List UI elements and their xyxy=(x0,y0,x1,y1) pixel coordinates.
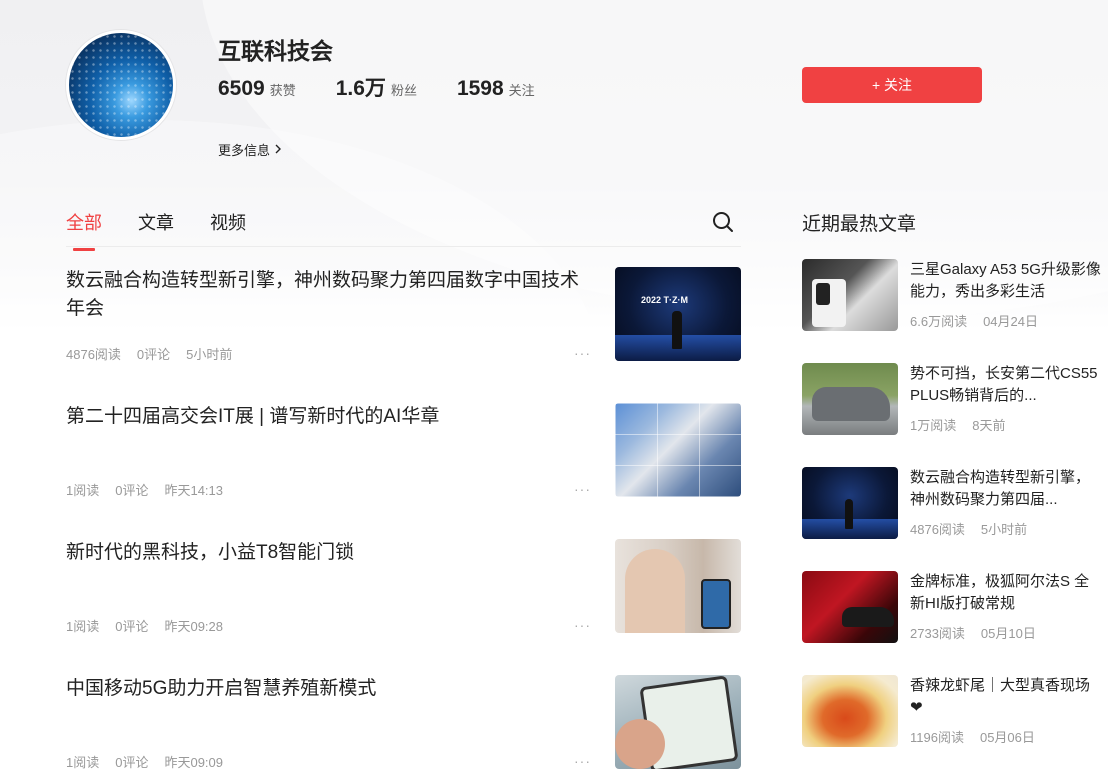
hot-article-title[interactable]: 三星Galaxy A53 5G升级影像能力，秀出多彩生活 xyxy=(910,259,1102,303)
tabs-divider xyxy=(66,246,741,247)
more-options-icon[interactable]: ··· xyxy=(574,617,591,633)
feed-meta: 4876阅读 0评论 5小时前 xyxy=(66,347,233,362)
hot-article-thumbnail[interactable] xyxy=(802,363,898,435)
feed-thumbnail[interactable] xyxy=(615,675,741,769)
more-info-link[interactable]: 更多信息 xyxy=(218,140,282,159)
feed-item[interactable]: 中国移动5G助力开启智慧养殖新模式 1阅读 0评论 昨天09:09 ··· xyxy=(66,675,741,771)
tab-all[interactable]: 全部 xyxy=(66,209,102,251)
tab-videos[interactable]: 视频 xyxy=(210,209,246,251)
search-icon[interactable] xyxy=(712,211,734,233)
feed-title[interactable]: 第二十四届高交会IT展 | 谱写新时代的AI华章 xyxy=(66,403,596,431)
feed-meta: 1阅读 0评论 昨天14:13 xyxy=(66,483,224,498)
hot-article-item[interactable]: 香辣龙虾尾｜大型真香现场❤ 1196阅读 05月06日 xyxy=(802,675,1102,747)
hot-article-meta: 2733阅读 05月10日 xyxy=(910,626,1036,641)
feed-item[interactable]: 数云融合构造转型新引擎，神州数码聚力第四届数字中国技术年会 4876阅读 0评论… xyxy=(66,267,741,363)
hot-article-title[interactable]: 金牌标准，极狐阿尔法S 全新HI版打破常规 xyxy=(910,571,1102,615)
feed-title[interactable]: 数云融合构造转型新引擎，神州数码聚力第四届数字中国技术年会 xyxy=(66,267,596,323)
feed-item[interactable]: 新时代的黑科技，小益T8智能门锁 1阅读 0评论 昨天09:28 ··· xyxy=(66,539,741,635)
more-options-icon[interactable]: ··· xyxy=(574,753,591,769)
stat-following[interactable]: 1598 关注 xyxy=(457,77,535,101)
hot-article-thumbnail[interactable] xyxy=(802,571,898,643)
hot-article-thumbnail[interactable] xyxy=(802,259,898,331)
hot-article-thumbnail[interactable] xyxy=(802,675,898,747)
feed-thumbnail[interactable]: 2022 T·Z·M xyxy=(615,267,741,361)
hot-article-item[interactable]: 势不可挡，长安第二代CS55 PLUS畅销背后的... 1万阅读 8天前 xyxy=(802,363,1102,435)
profile-stats: 6509 获赞 1.6万 粉丝 1598 关注 xyxy=(218,72,575,102)
stat-likes: 6509 获赞 xyxy=(218,77,296,100)
hot-article-item[interactable]: 三星Galaxy A53 5G升级影像能力，秀出多彩生活 6.6万阅读 04月2… xyxy=(802,259,1102,331)
hot-article-item[interactable]: 金牌标准，极狐阿尔法S 全新HI版打破常规 2733阅读 05月10日 xyxy=(802,571,1102,643)
avatar[interactable] xyxy=(66,30,176,140)
hot-article-meta: 1196阅读 05月06日 xyxy=(910,730,1035,745)
follow-button[interactable]: + 关注 xyxy=(802,67,982,103)
content-tabs: 全部 文章 视频 xyxy=(66,209,282,251)
feed-item[interactable]: 第二十四届高交会IT展 | 谱写新时代的AI华章 1阅读 0评论 昨天14:13… xyxy=(66,403,741,499)
hot-article-title[interactable]: 香辣龙虾尾｜大型真香现场❤ xyxy=(910,675,1102,719)
hot-article-item[interactable]: 数云融合构造转型新引擎，神州数码聚力第四届... 4876阅读 5小时前 xyxy=(802,467,1102,539)
hot-article-meta: 1万阅读 8天前 xyxy=(910,418,1006,433)
feed-title[interactable]: 新时代的黑科技，小益T8智能门锁 xyxy=(66,539,596,567)
hot-articles-title: 近期最热文章 xyxy=(802,214,917,235)
profile-name: 互联科技会 xyxy=(218,38,333,64)
more-options-icon[interactable]: ··· xyxy=(574,345,591,361)
hot-article-thumbnail[interactable] xyxy=(802,467,898,539)
chevron-right-icon xyxy=(274,143,282,157)
hot-article-title[interactable]: 数云融合构造转型新引擎，神州数码聚力第四届... xyxy=(910,467,1102,511)
feed-meta: 1阅读 0评论 昨天09:09 xyxy=(66,755,224,770)
feed-title[interactable]: 中国移动5G助力开启智慧养殖新模式 xyxy=(66,675,596,703)
more-options-icon[interactable]: ··· xyxy=(574,481,591,497)
feed-thumbnail[interactable] xyxy=(615,539,741,633)
hot-article-title[interactable]: 势不可挡，长安第二代CS55 PLUS畅销背后的... xyxy=(910,363,1102,407)
tab-articles[interactable]: 文章 xyxy=(138,209,174,251)
feed-meta: 1阅读 0评论 昨天09:28 xyxy=(66,619,224,634)
feed-thumbnail[interactable] xyxy=(615,403,741,497)
hot-article-meta: 6.6万阅读 04月24日 xyxy=(910,314,1038,329)
stat-fans[interactable]: 1.6万 粉丝 xyxy=(336,72,417,102)
hot-article-meta: 4876阅读 5小时前 xyxy=(910,522,1028,537)
